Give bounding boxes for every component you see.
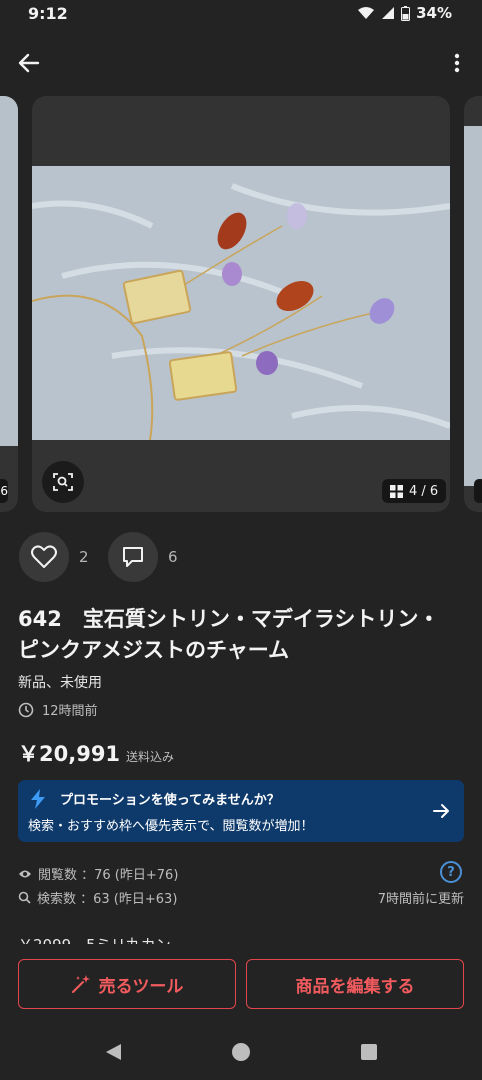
- search-icon: [18, 891, 31, 904]
- product-photo: [32, 166, 450, 440]
- like-count: 2: [79, 548, 89, 566]
- eye-icon: [19, 870, 31, 877]
- back-button[interactable]: [14, 48, 44, 78]
- clock-icon: [18, 702, 34, 717]
- lightning-icon: [31, 789, 45, 809]
- sell-tools-label: 売るツール: [98, 976, 184, 997]
- next-photo-counter: [474, 479, 482, 503]
- nav-home-icon[interactable]: [231, 1042, 251, 1062]
- nav-back-icon[interactable]: [104, 1043, 122, 1061]
- search-count: 検索数 ：63 (昨日+63): [37, 892, 178, 907]
- shipping-note: 送料込み: [126, 750, 175, 764]
- edit-item-label: 商品を編集する: [295, 976, 415, 997]
- heart-icon: [31, 545, 57, 568]
- arrow-right-icon: [433, 804, 449, 818]
- magic-wand-icon: [71, 975, 90, 993]
- view-count: 閲覧数 ：76 (昨日+76): [38, 868, 179, 883]
- posted-time: 12時間前: [18, 700, 98, 719]
- next-photo-card[interactable]: [464, 96, 482, 512]
- product-photo-card[interactable]: [32, 96, 450, 512]
- wifi-icon: [358, 7, 375, 19]
- posted-time-text: 12時間前: [42, 704, 98, 719]
- previous-photo-counter: 6: [0, 479, 8, 503]
- price-row: ￥20,991 送料込み: [18, 738, 174, 768]
- grid-icon: [390, 484, 403, 498]
- item-condition: 新品、未使用: [18, 675, 102, 691]
- sell-tools-button[interactable]: 売るツール: [18, 959, 236, 1009]
- battery-level: 34%: [416, 4, 452, 22]
- more-options-button[interactable]: [450, 48, 464, 78]
- nav-recents-icon[interactable]: [360, 1043, 378, 1061]
- comment-count: 6: [168, 548, 178, 566]
- arrow-left-icon: [18, 53, 40, 73]
- help-button[interactable]: ?: [440, 861, 462, 883]
- photo-counter-text: 4 / 6: [409, 483, 439, 499]
- status-icons: 34%: [357, 4, 452, 22]
- battery-icon: [401, 5, 411, 21]
- promotion-banner[interactable]: プロモーションを使ってみませんか？ 検索・おすすめ枠へ優先表示で、閲覧数が増加！: [18, 780, 464, 842]
- view-stat: 閲覧数 ：76 (昨日+76): [18, 864, 178, 883]
- item-title: 642 宝石質シトリン・マデイラシトリン・ピンクアメジストのチャーム: [18, 607, 440, 662]
- status-time: 9:12: [28, 4, 68, 23]
- promotion-title: プロモーションを使ってみませんか？: [60, 793, 280, 808]
- edit-item-button[interactable]: 商品を編集する: [246, 959, 464, 1009]
- comment-icon: [123, 547, 143, 567]
- search-stat: 検索数 ：63 (昨日+63): [18, 888, 177, 907]
- description-preview: ￥2099 5ミリ丸カン: [18, 932, 171, 944]
- promotion-subtitle: 検索・おすすめ枠へ優先表示で、閲覧数が増加！: [28, 819, 314, 834]
- photo-counter[interactable]: 4 / 6: [382, 479, 447, 503]
- comment-button[interactable]: [108, 532, 158, 582]
- previous-photo-card[interactable]: [0, 96, 18, 512]
- visual-search-button[interactable]: [42, 461, 84, 503]
- more-vertical-icon: [454, 53, 460, 73]
- image-search-icon: [53, 473, 73, 491]
- item-price: ￥20,991: [18, 742, 121, 766]
- like-button[interactable]: [19, 532, 69, 582]
- signal-icon: [382, 7, 395, 19]
- updated-time: 7時間前に更新: [377, 892, 464, 907]
